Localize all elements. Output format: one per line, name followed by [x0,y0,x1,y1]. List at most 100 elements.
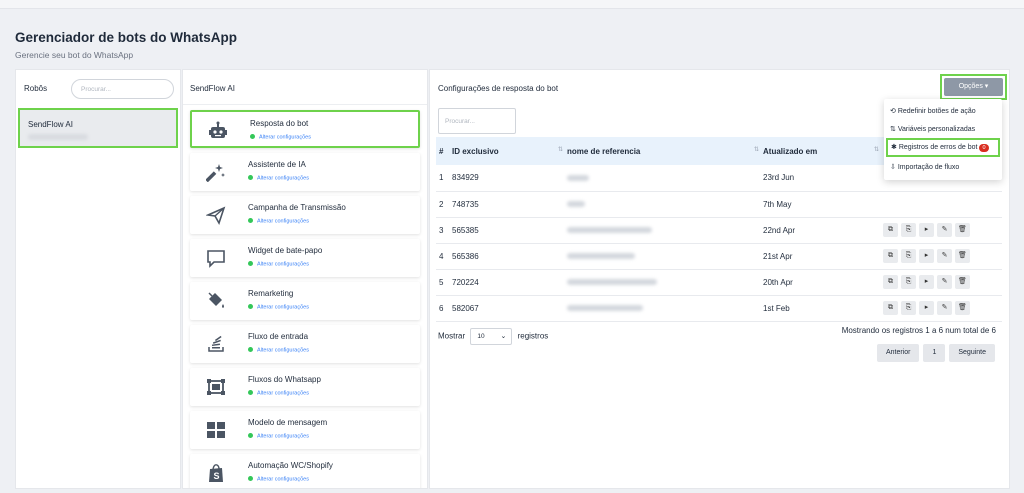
table-row: 4 565386 21st Apr ⧉ ⎘ ▸ ✎ 🗑 [436,243,1002,269]
feature-card-entry-flow[interactable]: Fluxo de entrada Alterar configurações [190,325,420,363]
pagination: Anterior 1 Seguinte [876,344,995,362]
row-updated: 7th May [763,199,792,209]
page-size-select[interactable]: 10 ⌄ [470,328,513,345]
delete-icon[interactable]: 🗑 [955,249,970,263]
status-dot-icon [248,433,253,438]
feature-card-remarketing[interactable]: Remarketing Alterar configurações [190,282,420,320]
row-id: 565386 [452,251,479,261]
table-search-input[interactable]: Procurar... [438,108,516,134]
copy-icon[interactable]: ⧉ [883,301,898,315]
robot-icon [208,121,228,141]
paint-bucket-icon [206,291,226,311]
row-number: 1 [439,173,444,183]
feature-card-wc-shopify[interactable]: S Automação WC/Shopify Alterar configura… [190,454,420,488]
col-id[interactable]: ID exclusivo ⇅ [452,137,567,165]
row-updated: 1st Feb [763,303,790,313]
menu-item-flow-import[interactable]: ⇩ Importação de fluxo [890,163,959,171]
feature-change-link[interactable]: Alterar configurações [248,218,309,225]
feature-change-link[interactable]: Alterar configurações [248,347,309,354]
feature-card-ai-assistant[interactable]: Assistente de IA Alterar configurações [190,153,420,191]
copy-icon[interactable]: ⧉ [883,249,898,263]
feature-change-link[interactable]: Alterar configurações [248,175,309,182]
feature-change-link[interactable]: Alterar configurações [250,134,311,141]
prev-button[interactable]: Anterior [876,344,920,362]
row-ref-name [567,217,763,243]
show-label: Mostrar [438,331,466,341]
options-highlight: Opções ▾ [940,74,1007,100]
col-ref-name[interactable]: nome de referencia ⇅ [567,137,763,165]
duplicate-icon[interactable]: ⎘ [901,301,916,315]
feature-card-broadcast[interactable]: Campanha de Transmissão Alterar configur… [190,196,420,234]
row-actions: ⧉ ⎘ ▸ ✎ 🗑 [883,243,1002,269]
row-actions: ⧉ ⎘ ▸ ✎ 🗑 [883,269,1002,295]
row-actions [883,191,1002,217]
page-1-button[interactable]: 1 [923,344,946,362]
status-dot-icon [248,261,253,266]
responses-header: Configurações de resposta do bot [438,84,559,93]
row-updated: 21st Apr [763,251,793,261]
feature-change-link[interactable]: Alterar configurações [248,476,309,483]
menu-item-error-logs[interactable]: ✱ Registros de erros de bot 0 [886,138,1000,157]
menu-item-reset-buttons[interactable]: ⟲ Redefinir botões de ação [890,107,976,115]
col-updated[interactable]: Atualizado em ⇅ [763,137,883,165]
feature-title: Fluxo de entrada [248,332,309,341]
records-label: registros [517,331,549,341]
row-ref-name [567,295,763,321]
row-ref-name [567,165,763,191]
edit-icon[interactable]: ✎ [937,223,952,237]
reset-icon: ⟲ [890,108,896,115]
feature-card-whatsapp-flows[interactable]: Fluxos do Whatsapp Alterar configurações [190,368,420,406]
status-dot-icon [248,304,253,309]
feature-title: Campanha de Transmissão [248,203,346,212]
copy-icon[interactable]: ⧉ [883,223,898,237]
feature-change-link[interactable]: Alterar configurações [248,390,309,397]
col-number[interactable]: # [436,137,452,165]
chat-bubble-icon [206,248,226,268]
next-button[interactable]: Seguinte [949,344,995,362]
import-icon: ⇩ [890,164,896,171]
export-icon[interactable]: ▸ [919,223,934,237]
edit-icon[interactable]: ✎ [937,275,952,289]
row-updated: 23rd Jun [763,173,795,183]
feature-title: Widget de bate-papo [248,246,323,255]
table-row: 3 565385 22nd Apr ⧉ ⎘ ▸ ✎ 🗑 [436,217,1002,243]
menu-item-custom-variables[interactable]: ⇅ Variáveis personalizadas [890,125,975,133]
bot-item-sendflow[interactable]: SendFlow AI [18,108,178,148]
row-ref-name [567,243,763,269]
bots-search-input[interactable]: Procurar... [71,79,174,99]
duplicate-icon[interactable]: ⎘ [901,223,916,237]
feature-card-message-template[interactable]: Modelo de mensagem Alterar configurações [190,411,420,449]
duplicate-icon[interactable]: ⎘ [901,249,916,263]
status-dot-icon [248,218,253,223]
feature-title: Assistente de IA [248,160,306,169]
feature-change-link[interactable]: Alterar configurações [248,304,309,311]
delete-icon[interactable]: 🗑 [955,275,970,289]
feature-change-link[interactable]: Alterar configurações [248,433,309,440]
svg-text:S: S [214,471,220,481]
flow-frame-icon [206,377,226,397]
table-row: 6 582067 1st Feb ⧉ ⎘ ▸ ✎ 🗑 [436,295,1002,321]
feature-card-chat-widget[interactable]: Widget de bate-papo Alterar configuraçõe… [190,239,420,277]
feature-title: Automação WC/Shopify [248,461,333,470]
edit-icon[interactable]: ✎ [937,301,952,315]
feature-title: Modelo de mensagem [248,418,328,427]
row-updated: 20th Apr [763,277,793,287]
edit-icon[interactable]: ✎ [937,249,952,263]
feature-title: Fluxos do Whatsapp [248,375,321,384]
row-number: 3 [439,225,444,235]
copy-icon[interactable]: ⧉ [883,275,898,289]
feature-card-bot-response[interactable]: Resposta do bot Alterar configurações [190,110,420,148]
delete-icon[interactable]: 🗑 [955,223,970,237]
row-id: 565385 [452,225,479,235]
table-row: 5 720224 20th Apr ⧉ ⎘ ▸ ✎ 🗑 [436,269,1002,295]
row-id: 582067 [452,303,479,313]
export-icon[interactable]: ▸ [919,275,934,289]
export-icon[interactable]: ▸ [919,301,934,315]
export-icon[interactable]: ▸ [919,249,934,263]
duplicate-icon[interactable]: ⎘ [901,275,916,289]
options-button[interactable]: Opções ▾ [944,78,1003,96]
status-dot-icon [248,347,253,352]
feature-change-link[interactable]: Alterar configurações [248,261,309,268]
delete-icon[interactable]: 🗑 [955,301,970,315]
bot-phone-redacted [28,134,88,140]
